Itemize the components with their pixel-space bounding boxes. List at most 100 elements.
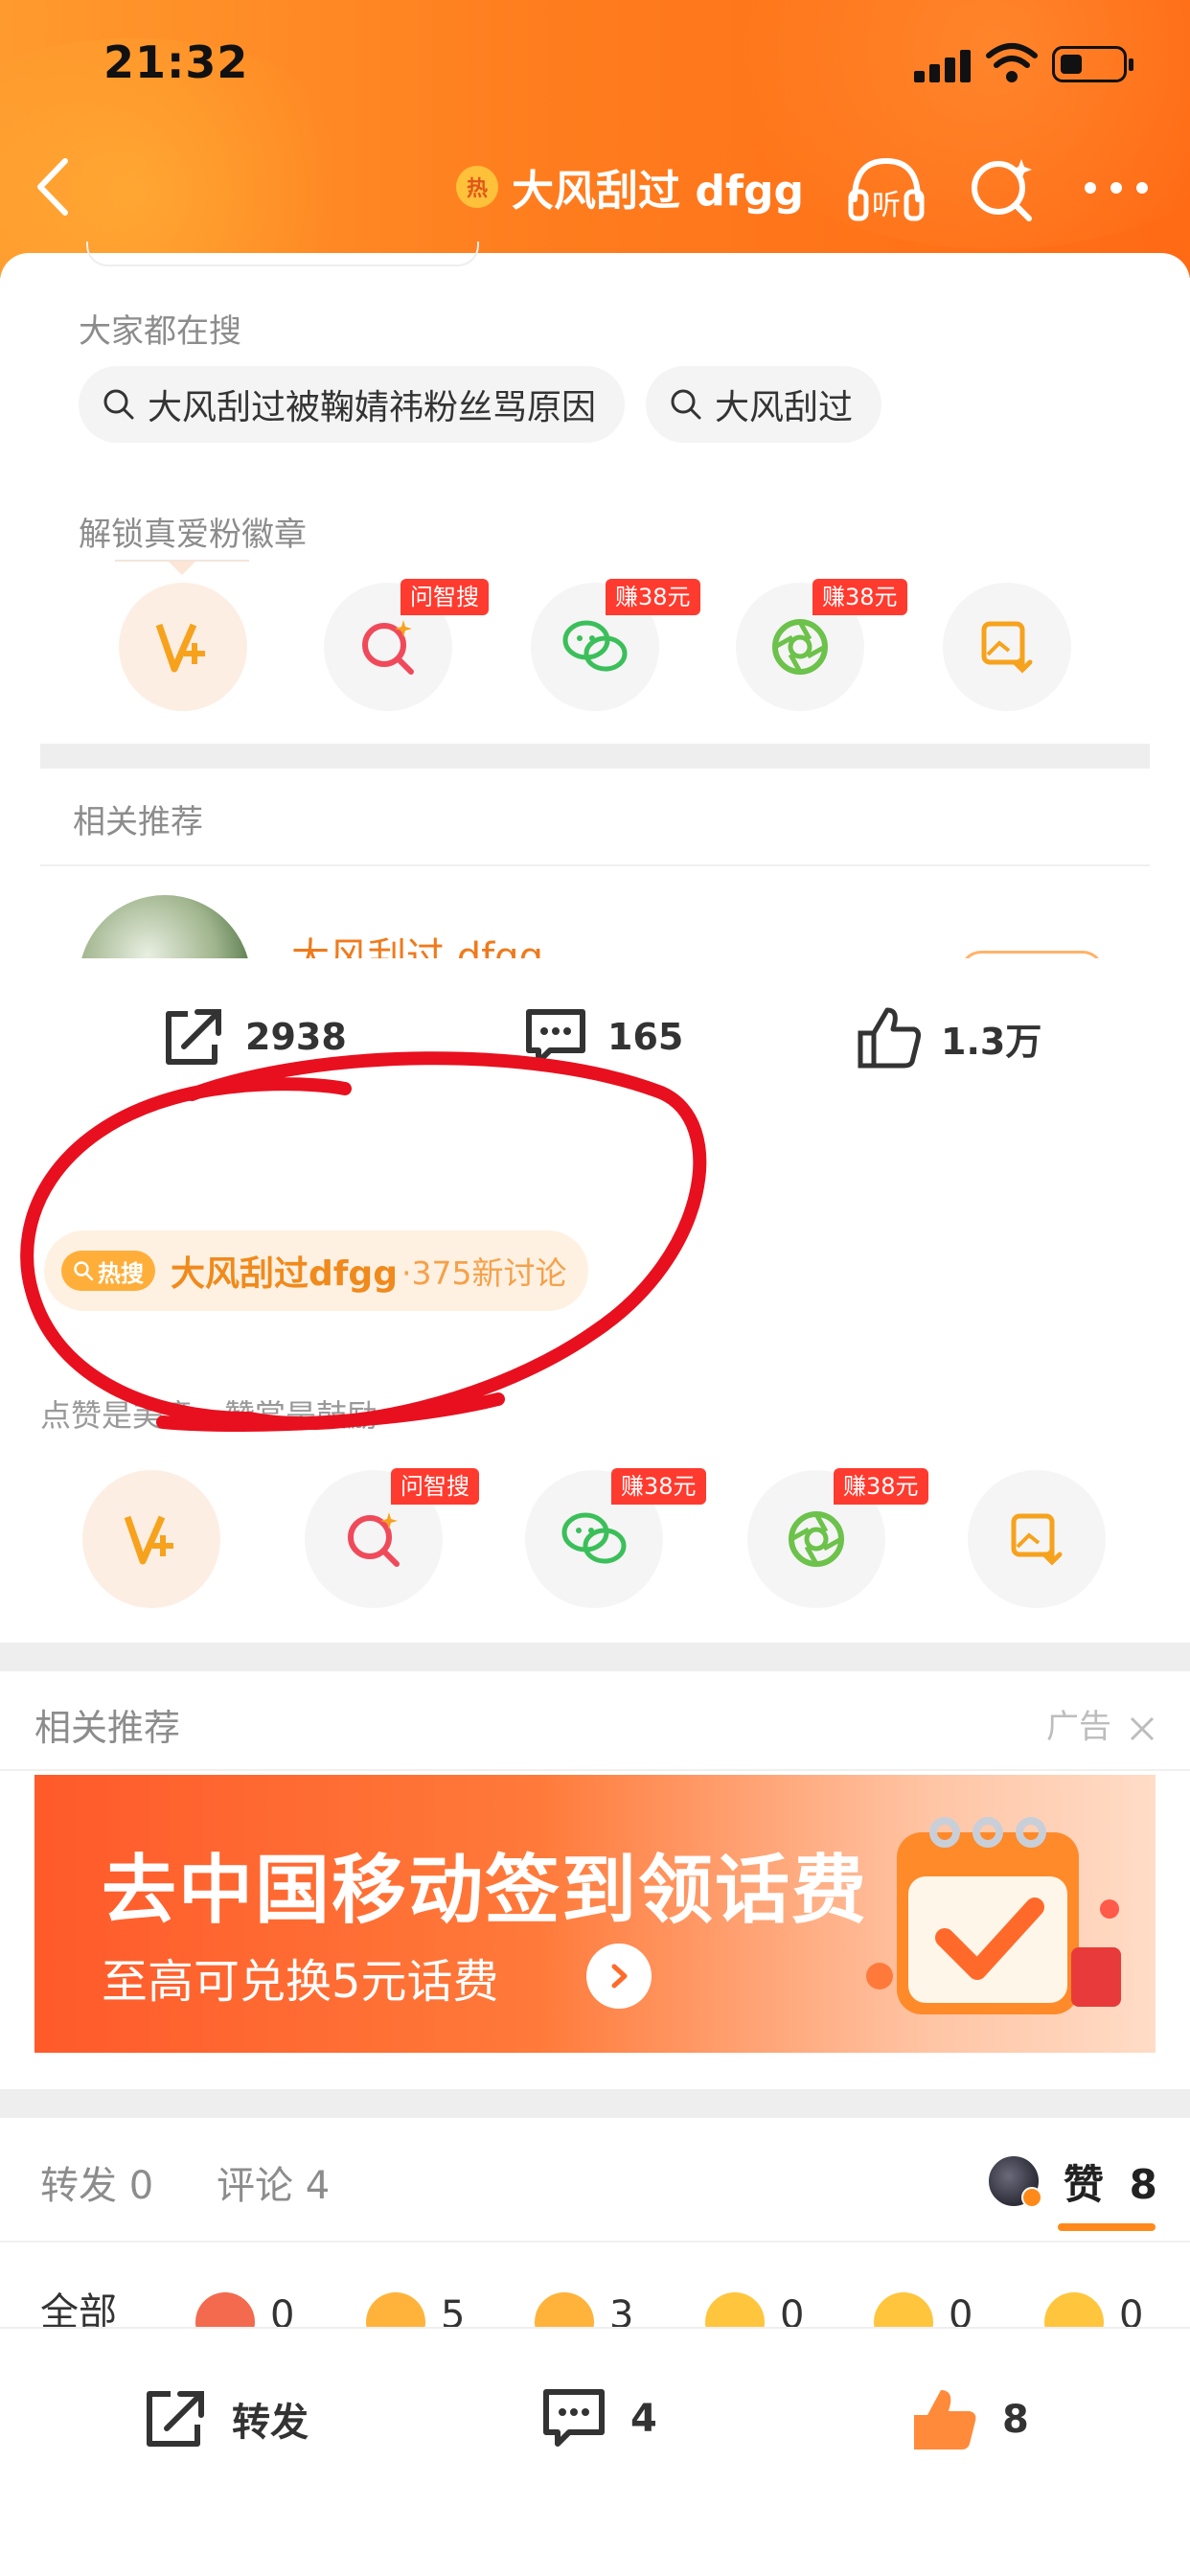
- reaction-count: 3: [609, 2293, 634, 2327]
- search-section-label: 大家都在搜: [79, 312, 241, 351]
- reward-emoji-icon: [195, 2292, 255, 2327]
- laugh-emoji-icon: [705, 2292, 765, 2327]
- battery-icon: [1052, 46, 1133, 82]
- like-button[interactable]: 8: [908, 2384, 1029, 2455]
- vip-plus-button[interactable]: [119, 583, 247, 711]
- likes-tab-count: 8: [1129, 2161, 1157, 2208]
- top-header: 21:32 热 大风刮过 dfgg 听: [0, 0, 1190, 278]
- vip-plus-icon: [124, 1515, 173, 1565]
- search-icon: [103, 389, 134, 420]
- reaction-filter[interactable]: 0: [1044, 2279, 1143, 2327]
- repost-count: 2938: [245, 1016, 347, 1058]
- divider: [40, 864, 1150, 866]
- repost-button[interactable]: 转发: [140, 2384, 309, 2453]
- hot-search-sub: ·375新讨论: [400, 1254, 567, 1292]
- moments-tag: 赚38元: [812, 579, 907, 615]
- partial-pill: [86, 242, 479, 266]
- wechat-icon: [562, 620, 628, 672]
- reaction-filter-all[interactable]: 全部: [40, 2281, 117, 2327]
- search-icon: [671, 389, 701, 420]
- related-avatar[interactable]: [79, 895, 259, 958]
- badge-pointer-arrow: [169, 562, 195, 575]
- ai-search-tag: 问智搜: [391, 1468, 479, 1505]
- calendar-icon: [866, 1817, 1121, 2014]
- wifi-icon: [986, 43, 1038, 82]
- divider: [0, 1769, 1190, 1771]
- ad-banner[interactable]: 去中国移动签到领话费 至高可兑换5元话费: [34, 1775, 1156, 2053]
- reaction-count: 5: [441, 2293, 466, 2327]
- hot-search-pill[interactable]: 热搜 大风刮过dfgg ·375新讨论: [44, 1230, 588, 1311]
- comment-stat[interactable]: 165: [521, 1004, 683, 1070]
- reaction-count: 0: [949, 2293, 973, 2327]
- comment-count: 4: [630, 2397, 657, 2441]
- close-icon: [1130, 1716, 1154, 1740]
- ai-search-tag: 问智搜: [400, 579, 489, 615]
- reaction-filter[interactable]: 0: [705, 2279, 804, 2327]
- search-icon: [74, 1261, 94, 1281]
- ai-search-icon: [362, 620, 414, 675]
- back-arrow-icon[interactable]: [29, 153, 77, 220]
- repost-stat[interactable]: 2938: [159, 1004, 347, 1070]
- badge-section-label: 解锁真爱粉徽章: [79, 516, 307, 554]
- repost-icon: [166, 1009, 221, 1065]
- ad-close-button[interactable]: 广告: [1046, 1700, 1156, 1747]
- section-separator: [40, 744, 1150, 769]
- reaction-filter[interactable]: 0: [874, 2279, 973, 2327]
- likes-tab-label: 赞: [1064, 2161, 1105, 2208]
- moments-icon: [789, 1511, 844, 1567]
- related-title[interactable]: 大风刮过 dfgg: [291, 924, 543, 958]
- moments-tag: 赚38元: [834, 1468, 928, 1505]
- reaction-all-label: 全部: [40, 2290, 117, 2327]
- vip-plus-button[interactable]: [82, 1470, 220, 1608]
- save-image-button[interactable]: [968, 1470, 1106, 1608]
- active-tab-underline: [1058, 2223, 1156, 2231]
- tab-likes[interactable]: 赞 8: [1064, 2152, 1157, 2211]
- divider: [0, 2241, 1190, 2242]
- reaction-count: 0: [270, 2293, 295, 2327]
- ad-label: 广告: [1046, 1708, 1111, 1746]
- comment-count: 165: [607, 1016, 684, 1058]
- tab-repost[interactable]: 转发 0: [40, 2154, 153, 2210]
- search-chip-label: 大风刮过被鞠婧祎粉丝骂原因: [148, 388, 597, 427]
- hot-search-title: 大风刮过dfgg: [171, 1254, 398, 1294]
- comment-button[interactable]: 4: [538, 2384, 657, 2453]
- like-count: 1.3万: [941, 1020, 1042, 1063]
- more-icon[interactable]: [1075, 151, 1157, 224]
- ai-search-icon[interactable]: [962, 151, 1044, 224]
- section-separator: [0, 2089, 1190, 2118]
- wechat-tag: 赚38元: [611, 1468, 706, 1505]
- topic-title[interactable]: 热 大风刮过 dfgg: [456, 157, 804, 217]
- reaction-filter[interactable]: 5: [366, 2279, 465, 2327]
- search-chip[interactable]: 大风刮过: [646, 366, 882, 443]
- ad-arrow-icon: [586, 1944, 652, 2009]
- save-image-button[interactable]: [943, 583, 1071, 711]
- reaction-filter[interactable]: 3: [535, 2279, 633, 2327]
- related-label: 相关推荐: [73, 803, 203, 841]
- comment-icon: [543, 2389, 605, 2447]
- related-label: 相关推荐: [34, 1707, 181, 1749]
- like-stat[interactable]: 1.3万: [855, 1004, 1041, 1071]
- moments-icon: [772, 619, 828, 675]
- tab-comments[interactable]: 评论 4: [217, 2154, 330, 2210]
- section-separator: [0, 1643, 1190, 1671]
- status-time: 21:32: [103, 36, 249, 88]
- hot-search-tag-label: 热搜: [98, 1259, 144, 1287]
- search-chip[interactable]: 大风刮过被鞠婧祎粉丝骂原因: [79, 366, 626, 443]
- save-image-icon: [981, 621, 1033, 674]
- thumbs-up-icon: [914, 2390, 976, 2450]
- reward-hint: 点赞是美意，赞赏是鼓励: [40, 1397, 378, 1434]
- headphones-icon[interactable]: 听: [845, 151, 927, 224]
- ai-search-icon: [348, 1512, 400, 1567]
- cry-emoji-icon: [1044, 2292, 1104, 2327]
- thumbs-emoji-icon: [535, 2292, 594, 2327]
- save-image-icon: [1011, 1513, 1063, 1566]
- like-count: 8: [1002, 2398, 1029, 2442]
- reaction-filter[interactable]: 0: [195, 2279, 294, 2327]
- reaction-filter-row: 全部 0 5 3 0 0 0: [0, 2279, 1190, 2327]
- avatar: [987, 2154, 1042, 2208]
- search-chip-label: 大风刮过: [715, 388, 854, 427]
- heart-emoji-icon: [366, 2292, 425, 2327]
- bottom-action-bar: 转发 4 8: [0, 2327, 1190, 2576]
- reaction-count: 0: [1119, 2293, 1144, 2327]
- wechat-icon: [561, 1512, 627, 1564]
